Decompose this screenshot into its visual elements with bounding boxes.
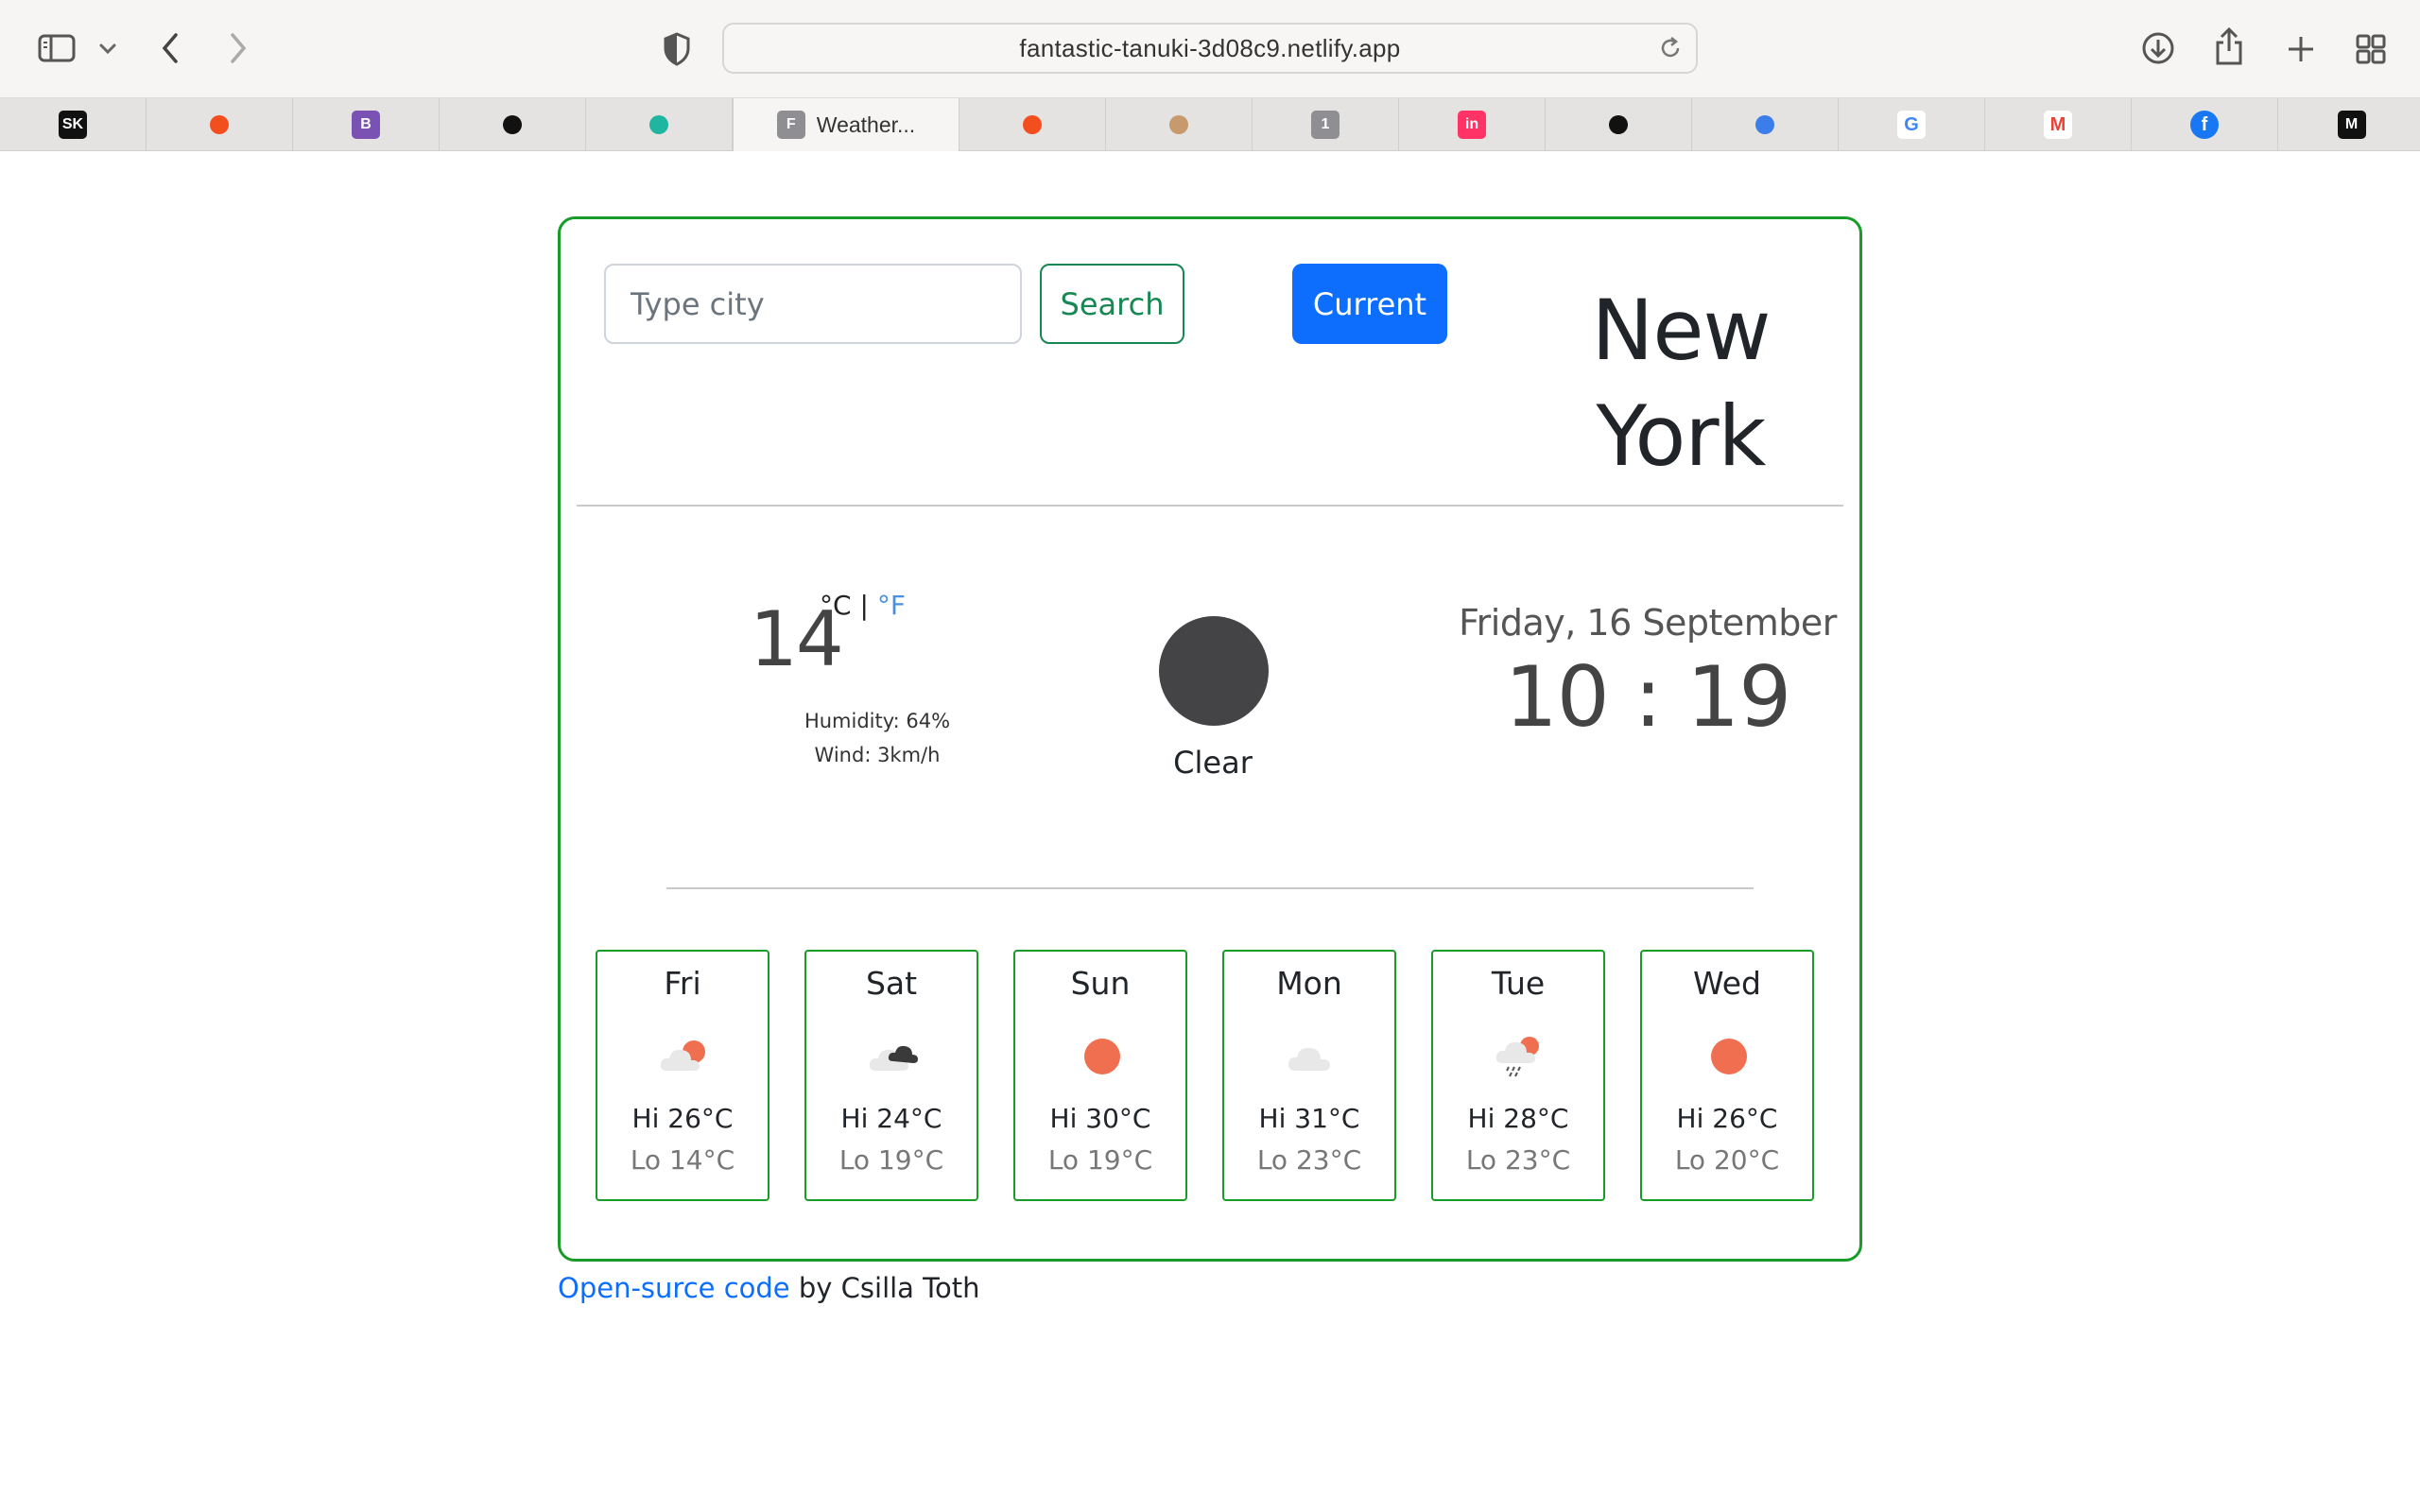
- play-icon: [1604, 111, 1633, 139]
- new-tab-icon[interactable]: [2282, 30, 2320, 68]
- forecast-high: Hi 26°C: [1676, 1103, 1778, 1134]
- sun-icon: [1074, 1033, 1131, 1080]
- sidebar-toggle-icon[interactable]: [36, 32, 78, 64]
- forecast-low: Lo 19°C: [838, 1144, 944, 1176]
- f-icon: F: [776, 111, 805, 139]
- diamond-icon: [645, 111, 673, 139]
- unit-toggle: °C | °F: [820, 590, 906, 621]
- forecast-high: Hi 24°C: [840, 1103, 942, 1134]
- download-icon[interactable]: [2138, 28, 2178, 68]
- current-time: 10 : 19: [1504, 648, 1792, 746]
- browser-tab[interactable]: B: [293, 98, 440, 151]
- wind-text: Wind: 3km/h: [814, 744, 941, 766]
- medium-icon: M: [2337, 111, 2366, 139]
- forecast-day: Sat: [865, 965, 918, 1002]
- browser-tab[interactable]: G: [1839, 98, 1985, 151]
- celsius-unit[interactable]: °C: [820, 590, 852, 621]
- forecast-card: Mon Hi 31°C Lo 23°C: [1222, 950, 1396, 1201]
- back-icon[interactable]: [153, 28, 187, 68]
- forecast-day: Tue: [1491, 965, 1546, 1002]
- weather-card: Search Current New York 14 °C | °F Humid…: [558, 216, 1862, 1262]
- source-code-link[interactable]: Open-surce code: [558, 1272, 790, 1304]
- city-name: New York: [1506, 278, 1856, 490]
- browser-tab[interactable]: in: [1399, 98, 1546, 151]
- city-name-line2: York: [1596, 387, 1766, 485]
- browser-tab[interactable]: [586, 98, 733, 151]
- browser-toolbar: fantastic-tanuki-3d08c9.netlify.app: [0, 0, 2420, 98]
- city-name-line1: New: [1591, 282, 1772, 379]
- forecast-card: Sat Hi 24°C Lo 19°C: [804, 950, 978, 1201]
- browser-tab[interactable]: [1546, 98, 1692, 151]
- search-button[interactable]: Search: [1040, 264, 1184, 344]
- current-date: Friday, 16 September: [1459, 602, 1837, 644]
- forecast-high: Hi 30°C: [1049, 1103, 1151, 1134]
- figma-icon: [1018, 111, 1046, 139]
- browser-tab[interactable]: [440, 98, 586, 151]
- number-one-icon: 1: [1311, 111, 1340, 139]
- humidity-text: Humidity: 64%: [804, 710, 951, 732]
- broken-clouds-icon: [865, 1033, 922, 1080]
- chevron-down-icon[interactable]: [95, 38, 121, 60]
- cloud-icon: [1283, 1033, 1340, 1080]
- browser-tab[interactable]: 1: [1253, 98, 1399, 151]
- forecast-card: Wed Hi 26°C Lo 20°C: [1640, 950, 1814, 1201]
- browser-tab[interactable]: M: [2278, 98, 2420, 151]
- figma-icon: [205, 111, 233, 139]
- forecast-high: Hi 28°C: [1467, 1103, 1569, 1134]
- forecast-low: Lo 23°C: [1256, 1144, 1362, 1176]
- forecast-day: Wed: [1693, 965, 1761, 1002]
- browser-tab[interactable]: [1692, 98, 1839, 151]
- forecast-high: Hi 26°C: [631, 1103, 734, 1134]
- forward-icon[interactable]: [221, 28, 255, 68]
- browser-tab[interactable]: M: [1985, 98, 2132, 151]
- browser-tab[interactable]: f: [2132, 98, 2278, 151]
- clear-night-icon: [1159, 616, 1269, 726]
- divider: [666, 887, 1754, 889]
- forecast-card: Tue Hi 28°C Lo 23°C: [1431, 950, 1605, 1201]
- forecast-card: Sun Hi 30°C Lo 19°C: [1013, 950, 1187, 1201]
- tab-label: Weather...: [816, 112, 916, 137]
- address-bar[interactable]: fantastic-tanuki-3d08c9.netlify.app: [722, 23, 1698, 74]
- url-text: fantastic-tanuki-3d08c9.netlify.app: [1019, 33, 1401, 62]
- browser-tab[interactable]: [959, 98, 1106, 151]
- footer: Open-surce code by Csilla Toth: [558, 1272, 979, 1304]
- sketch-icon: SK: [59, 111, 87, 139]
- flag-icon: [1751, 111, 1779, 139]
- city-search-input[interactable]: [604, 264, 1022, 344]
- reload-icon[interactable]: [1658, 36, 1683, 64]
- browser-tab[interactable]: [1106, 98, 1253, 151]
- forecast-day: Sun: [1070, 965, 1131, 1002]
- forecast-high: Hi 31°C: [1258, 1103, 1360, 1134]
- divider: [577, 505, 1843, 507]
- invision-icon: in: [1458, 111, 1486, 139]
- forecast-low: Lo 20°C: [1674, 1144, 1780, 1176]
- google-icon: G: [1897, 111, 1926, 139]
- ninja-icon: [1165, 111, 1193, 139]
- browser-tab[interactable]: F Weather...: [733, 98, 959, 151]
- browser-tab[interactable]: [147, 98, 293, 151]
- rain-icon: [1492, 1033, 1548, 1080]
- partly-cloudy-icon: [656, 1033, 713, 1080]
- unit-separator: |: [859, 590, 869, 621]
- tab-bar: SK B F Weather... 1 in G Mf M: [0, 98, 2420, 151]
- current-location-button[interactable]: Current: [1292, 264, 1447, 344]
- author-credit: by Csilla Toth: [789, 1272, 980, 1304]
- tab-overview-icon[interactable]: [2352, 30, 2390, 68]
- forecast-low: Lo 19°C: [1047, 1144, 1153, 1176]
- bootstrap-icon: B: [352, 111, 380, 139]
- sun-icon: [1701, 1033, 1757, 1080]
- privacy-shield-icon[interactable]: [660, 30, 694, 68]
- browser-tab[interactable]: SK: [0, 98, 147, 151]
- forecast-day: Mon: [1276, 965, 1342, 1002]
- github-icon: [498, 111, 527, 139]
- forecast-card: Fri Hi 26°C Lo 14°C: [596, 950, 769, 1201]
- forecast-low: Lo 14°C: [630, 1144, 735, 1176]
- gmail-icon: M: [2044, 111, 2072, 139]
- share-icon[interactable]: [2210, 25, 2248, 68]
- fahrenheit-link[interactable]: °F: [877, 590, 906, 621]
- weather-description: Clear: [1173, 745, 1253, 781]
- forecast-day: Fri: [664, 965, 701, 1002]
- facebook-icon: f: [2190, 111, 2219, 139]
- forecast-low: Lo 23°C: [1465, 1144, 1571, 1176]
